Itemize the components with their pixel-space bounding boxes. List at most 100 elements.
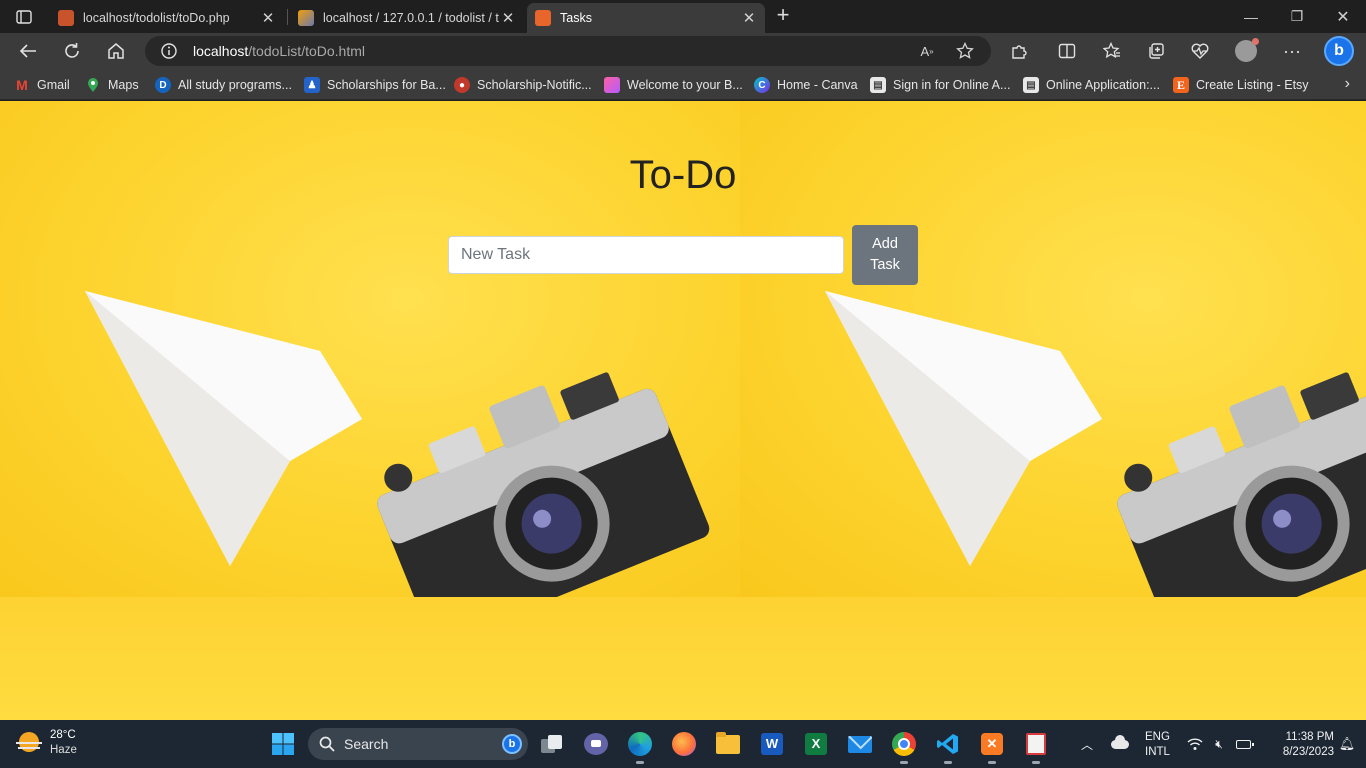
battery-icon [1235, 739, 1254, 749]
refresh-button[interactable] [58, 37, 86, 65]
snipping-tool-app[interactable] [1020, 728, 1052, 764]
lang-primary: ENG [1145, 731, 1170, 743]
vscode-app[interactable] [932, 728, 964, 764]
tab-title: localhost/todolist/toDo.php [83, 11, 230, 25]
bookmark-maps[interactable]: Maps [85, 76, 139, 94]
teams-icon [584, 733, 608, 755]
close-window-button[interactable]: ✕ [1320, 0, 1366, 33]
firefox-icon [672, 732, 696, 756]
close-icon[interactable]: ✕ [260, 9, 276, 27]
bookmark-label: Create Listing - Etsy [1196, 78, 1309, 92]
favorites-icon [1103, 42, 1120, 59]
bookmark-gmail[interactable]: M Gmail [14, 76, 70, 94]
camera-icon [1117, 372, 1366, 597]
bookmark-study-programs[interactable]: D All study programs... [155, 76, 292, 94]
close-icon[interactable]: ✕ [500, 9, 516, 27]
minimize-button[interactable]: — [1228, 0, 1274, 33]
chevron-up-icon: ︿ [1080, 737, 1093, 752]
lang-layout: INTL [1145, 746, 1170, 758]
notification-bell-icon: 🔔︎ [1338, 736, 1356, 751]
onedrive-button[interactable] [1108, 720, 1132, 768]
vscode-icon [937, 734, 958, 754]
bookmark-scholarships[interactable]: ♟ Scholarships for Ba... [304, 76, 446, 94]
paper-plane-icon [85, 291, 362, 566]
address-bar[interactable]: localhost/todoList/toDo.html A» [145, 36, 991, 66]
task-view-button[interactable] [536, 728, 568, 760]
split-screen-button[interactable] [1053, 37, 1081, 65]
read-aloud-icon[interactable]: A» [917, 41, 937, 61]
add-task-label-line2: Task [870, 257, 900, 273]
bookmark-scholarship-notification[interactable]: ● Scholarship-Notific... [454, 76, 592, 94]
network-button[interactable] [1185, 720, 1205, 768]
weather-temp: 28°C [50, 729, 76, 741]
more-menu-button[interactable]: ··· [1278, 37, 1306, 65]
heartbeat-icon [1191, 43, 1209, 59]
firefox-app[interactable] [668, 728, 700, 760]
tab-tasks[interactable]: Tasks ✕ [527, 3, 765, 33]
url-text[interactable]: localhost/todoList/toDo.html [193, 43, 365, 59]
task-view-icon [541, 735, 563, 753]
edge-app[interactable] [624, 728, 656, 764]
bookmark-etsy[interactable]: E Create Listing - Etsy [1173, 76, 1309, 94]
bookmark-canva[interactable]: C Home - Canva [754, 76, 858, 94]
bing-copilot-button[interactable]: b [1323, 35, 1355, 67]
file-explorer-app[interactable] [712, 728, 744, 760]
new-tab-button[interactable]: + [772, 4, 794, 27]
taskbar-search[interactable]: Search b [308, 728, 528, 760]
bookmark-online-application[interactable]: ▤ Online Application:... [1023, 76, 1160, 94]
chevron-right-icon[interactable]: › [1345, 75, 1350, 93]
add-task-label-line1: Add [872, 236, 898, 252]
close-icon[interactable]: ✕ [741, 9, 757, 27]
chrome-icon [892, 732, 916, 756]
teams-chat-app[interactable] [580, 728, 612, 760]
volume-button[interactable]: 🔇︎ [1209, 720, 1229, 768]
speaker-muted-icon: 🔇︎ [1215, 736, 1223, 751]
profile-button[interactable] [1232, 37, 1260, 65]
show-hidden-icons[interactable]: ︿ [1076, 720, 1098, 768]
tab-todo-php[interactable]: localhost/todolist/toDo.php ✕ [50, 3, 284, 33]
clock-time: 11:38 PM [1285, 731, 1334, 743]
weather-widget[interactable]: 28°C Haze [16, 728, 77, 758]
gmail-icon: M [16, 77, 28, 93]
add-task-button[interactable]: Add Task [852, 225, 918, 285]
bookmark-sign-in[interactable]: ▤ Sign in for Online A... [870, 76, 1010, 94]
chrome-app[interactable] [888, 728, 920, 764]
camera-icon [377, 372, 710, 597]
back-arrow-icon [19, 44, 36, 58]
extensions-button[interactable] [1005, 37, 1033, 65]
ellipsis-icon: ··· [1283, 40, 1301, 61]
clock[interactable]: 11:38 PM 8/23/2023 [1262, 730, 1334, 760]
restore-button[interactable]: ❐ [1274, 0, 1320, 33]
bookmark-label: Online Application:... [1046, 78, 1160, 92]
start-button[interactable] [267, 728, 299, 760]
bookmark-label: Home - Canva [777, 78, 858, 92]
word-app[interactable]: W [756, 728, 788, 760]
new-task-input[interactable] [448, 236, 844, 274]
favorite-star-icon[interactable] [955, 41, 975, 61]
battery-button[interactable] [1233, 720, 1254, 768]
excel-app[interactable]: X [800, 728, 832, 760]
site-info-icon[interactable] [161, 43, 177, 64]
favorites-button[interactable] [1098, 37, 1126, 65]
home-button[interactable] [102, 37, 130, 65]
weather-condition: Haze [50, 744, 77, 756]
home-icon [108, 43, 124, 59]
tab-separator [287, 9, 288, 25]
page-viewport: To-Do Add Task [0, 101, 1366, 720]
performance-button[interactable] [1186, 37, 1214, 65]
language-indicator[interactable]: ENG INTL [1145, 730, 1170, 760]
excel-icon: X [805, 733, 827, 755]
collections-button[interactable] [1142, 37, 1170, 65]
bookmark-label: All study programs... [178, 78, 292, 92]
mail-app[interactable] [844, 728, 876, 760]
sun-haze-icon [16, 730, 42, 756]
bookmark-welcome[interactable]: Welcome to your B... [604, 76, 743, 94]
tab-title: localhost / 127.0.0.1 / todolist / t [323, 11, 499, 25]
tab-phpmyadmin[interactable]: localhost / 127.0.0.1 / todolist / t ✕ [290, 3, 524, 33]
back-button[interactable] [14, 37, 42, 65]
xampp-app[interactable]: ✕ [976, 728, 1008, 764]
notifications-button[interactable]: 🔔︎ [1336, 720, 1358, 768]
tab-actions-icon[interactable] [10, 7, 38, 27]
signin-icon: ▤ [870, 77, 886, 93]
notification-icon: ● [454, 77, 470, 93]
